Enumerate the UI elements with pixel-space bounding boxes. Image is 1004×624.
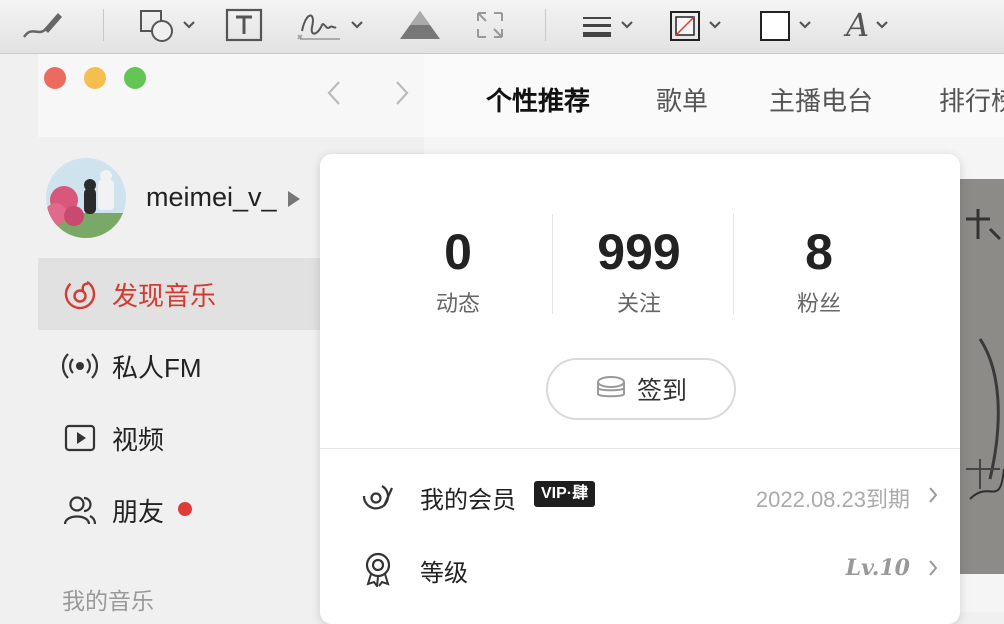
video-icon xyxy=(64,424,96,452)
tab-personal-recommend[interactable]: 个性推荐 xyxy=(486,81,590,118)
stat-posts[interactable]: 0 动态 xyxy=(383,224,533,318)
chevron-down-icon xyxy=(621,21,633,29)
border-color-button[interactable] xyxy=(668,6,722,44)
chevron-right-icon xyxy=(929,560,938,576)
radio-icon xyxy=(62,353,98,379)
membership-row[interactable]: 我的会员 VIP·肆 2022.08.23到期 xyxy=(320,466,960,526)
chevron-down-icon xyxy=(183,21,195,29)
shapes-button[interactable] xyxy=(138,6,196,44)
divider xyxy=(320,448,960,449)
sign-in-label: 签到 xyxy=(636,377,687,405)
membership-label: 我的会员 xyxy=(420,487,516,514)
sketch-button[interactable] xyxy=(18,6,66,44)
divider xyxy=(733,214,734,314)
stat-posts-value: 0 xyxy=(444,224,472,280)
tab-charts[interactable]: 排行榜 xyxy=(939,81,1004,118)
sidebar-item-personal-fm[interactable]: 私人FM xyxy=(38,330,320,402)
stat-following-label: 关注 xyxy=(616,291,661,316)
sign-in-button[interactable]: 签到 xyxy=(546,358,736,420)
avatar[interactable] xyxy=(46,158,126,238)
forward-arrow-icon[interactable] xyxy=(394,80,410,106)
text-box-icon xyxy=(225,8,263,42)
stat-followers[interactable]: 8 粉丝 xyxy=(744,224,894,318)
sidebar-item-label: 私人FM xyxy=(112,352,202,383)
chevron-down-icon xyxy=(799,21,811,29)
tab-playlists[interactable]: 歌单 xyxy=(656,81,708,118)
chevron-right-icon xyxy=(929,487,938,503)
fill-color-button[interactable] xyxy=(758,6,812,44)
netease-music-icon xyxy=(64,278,96,310)
level-value: Lv.10 xyxy=(845,555,910,581)
top-nav: 个性推荐 歌单 主播电台 排行榜 xyxy=(424,54,1004,137)
user-info-card: 0 动态 999 关注 8 粉丝 签到 我的会员 VIP·肆 2022.08.2… xyxy=(320,154,960,624)
level-label: 等级 xyxy=(420,560,468,587)
chevron-down-icon xyxy=(709,21,721,29)
stat-posts-label: 动态 xyxy=(435,291,480,316)
coins-icon xyxy=(596,376,625,398)
text-box-button[interactable] xyxy=(224,6,264,44)
chevron-down-icon xyxy=(876,21,888,29)
markup-toolbar: A xyxy=(0,0,1004,54)
window-titlebar xyxy=(38,54,424,137)
resize-icon xyxy=(477,12,503,38)
resize-button[interactable] xyxy=(472,6,508,44)
adjust-color-button[interactable] xyxy=(396,6,444,44)
sidebar-item-discover-music[interactable]: 发现音乐 xyxy=(38,258,320,330)
text-style-icon: A xyxy=(846,6,870,44)
vip-badge: VIP·肆 xyxy=(534,481,596,507)
avatar-image xyxy=(46,158,126,238)
adjust-color-icon xyxy=(400,11,440,39)
friends-icon xyxy=(63,496,97,525)
membership-expiry: 2022.08.23到期 xyxy=(755,487,910,512)
sidebar-item-label: 朋友 xyxy=(112,496,165,527)
stat-followers-value: 8 xyxy=(805,224,833,280)
border-color-icon xyxy=(670,11,700,41)
user-menu-triangle-icon[interactable] xyxy=(288,191,300,207)
divider xyxy=(552,214,553,314)
signature-icon xyxy=(297,14,340,40)
section-header-my-music: 我的音乐 xyxy=(62,588,154,614)
signature-button[interactable] xyxy=(296,6,364,44)
line-style-button[interactable] xyxy=(580,6,634,44)
username[interactable]: meimei_v_ xyxy=(146,182,277,213)
close-window-button[interactable] xyxy=(44,67,66,89)
stat-following-value: 999 xyxy=(597,224,681,280)
minimize-window-button[interactable] xyxy=(84,67,106,89)
fill-color-icon xyxy=(760,11,790,41)
line-style-icon xyxy=(583,17,611,37)
banner-artwork xyxy=(960,179,1004,574)
zoom-window-button[interactable] xyxy=(124,67,146,89)
sidebar-item-label: 视频 xyxy=(112,424,165,455)
app-window: 个性推荐 歌单 主播电台 排行榜 meimei_v_ xyxy=(0,54,1004,624)
tab-radio[interactable]: 主播电台 xyxy=(769,81,873,118)
chevron-down-icon xyxy=(351,21,363,29)
level-medal-icon xyxy=(365,552,391,587)
stat-followers-label: 粉丝 xyxy=(796,291,841,316)
sketch-icon xyxy=(22,13,62,38)
vip-membership-icon xyxy=(362,485,394,510)
stat-following[interactable]: 999 关注 xyxy=(564,224,714,318)
text-style-button[interactable]: A xyxy=(846,6,889,44)
banner-image[interactable] xyxy=(960,179,1004,574)
back-arrow-icon[interactable] xyxy=(326,80,342,106)
sidebar-item-video[interactable]: 视频 xyxy=(38,402,320,474)
notification-dot xyxy=(178,502,192,516)
level-row[interactable]: 等级 Lv.10 xyxy=(320,539,960,599)
sidebar-item-label: 发现音乐 xyxy=(112,280,217,311)
shapes-icon xyxy=(140,10,173,42)
